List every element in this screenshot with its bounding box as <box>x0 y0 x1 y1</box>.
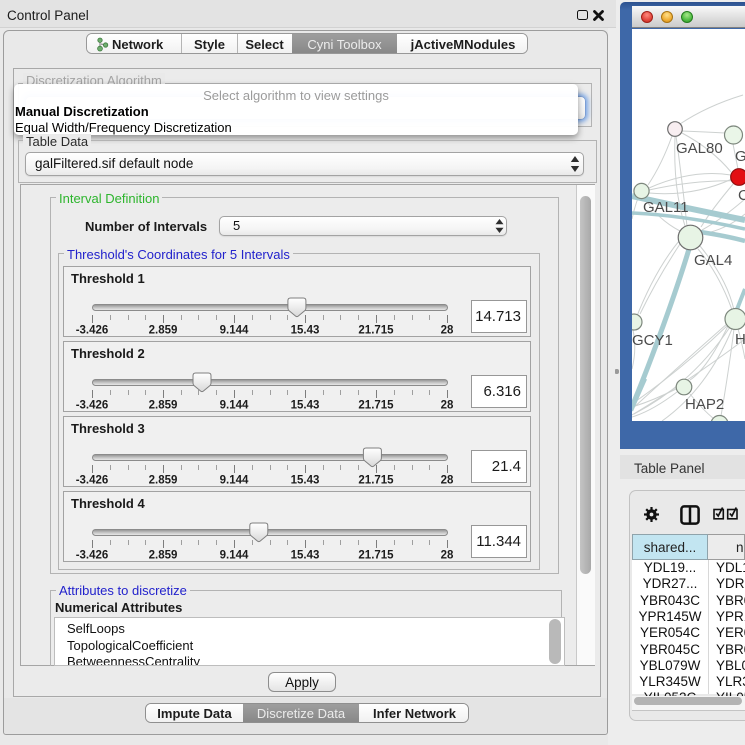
svg-text:HIS4: HIS4 <box>735 331 745 348</box>
svg-text:-3.426: -3.426 <box>76 325 109 337</box>
svg-text:15.43: 15.43 <box>291 475 320 487</box>
svg-text:21.715: 21.715 <box>358 325 394 337</box>
svg-text:2.859: 2.859 <box>149 550 178 562</box>
svg-text:21.715: 21.715 <box>358 550 394 562</box>
svg-text:28: 28 <box>441 550 454 562</box>
svg-text:21.715: 21.715 <box>358 400 394 412</box>
svg-text:GCY1: GCY1 <box>632 332 673 349</box>
svg-text:28: 28 <box>441 400 454 412</box>
svg-text:GAL3: GAL3 <box>735 148 745 165</box>
svg-text:2.859: 2.859 <box>149 400 178 412</box>
svg-text:2.859: 2.859 <box>149 325 178 337</box>
svg-text:CDC2: CDC2 <box>738 187 745 204</box>
svg-text:9.144: 9.144 <box>220 550 249 562</box>
svg-text:21.715: 21.715 <box>358 475 394 487</box>
svg-text:9.144: 9.144 <box>220 475 249 487</box>
svg-text:GAL4: GAL4 <box>694 252 732 269</box>
svg-text:GAL11: GAL11 <box>643 199 689 216</box>
svg-text:9.144: 9.144 <box>220 400 249 412</box>
svg-text:15.43: 15.43 <box>291 325 320 337</box>
svg-text:9.144: 9.144 <box>220 325 249 337</box>
svg-text:15.43: 15.43 <box>291 550 320 562</box>
svg-text:28: 28 <box>441 325 454 337</box>
svg-text:-3.426: -3.426 <box>76 550 109 562</box>
svg-text:15.43: 15.43 <box>291 400 320 412</box>
svg-text:28: 28 <box>441 475 454 487</box>
svg-text:-3.426: -3.426 <box>76 475 109 487</box>
svg-text:-3.426: -3.426 <box>76 400 109 412</box>
svg-text:GAL80: GAL80 <box>676 140 723 157</box>
svg-text:2.859: 2.859 <box>149 475 178 487</box>
svg-text:HAP2: HAP2 <box>685 396 724 413</box>
